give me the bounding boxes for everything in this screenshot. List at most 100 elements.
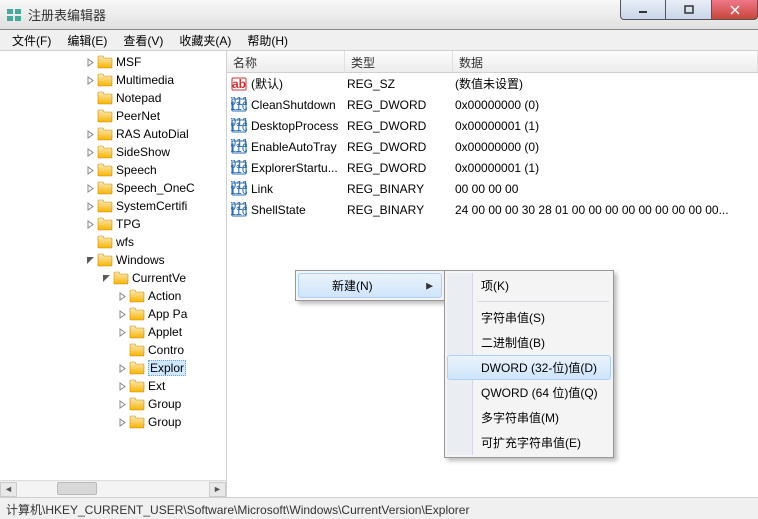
close-button[interactable] [712, 0, 758, 20]
tree-item[interactable]: RAS AutoDial [0, 125, 226, 143]
tree-item-label: Explor [148, 360, 186, 376]
expand-icon[interactable] [84, 164, 96, 176]
tree-item[interactable]: CurrentVe [0, 269, 226, 287]
column-header-data[interactable]: 数据 [453, 51, 758, 72]
expand-icon[interactable] [116, 362, 128, 374]
expand-icon[interactable] [116, 308, 128, 320]
expand-icon[interactable] [84, 218, 96, 230]
tree-item[interactable]: Windows [0, 251, 226, 269]
tree-item[interactable]: Group [0, 395, 226, 413]
tree-item[interactable]: Contro [0, 341, 226, 359]
context-separator [477, 301, 609, 302]
value-data: 0x00000000 (0) [455, 140, 758, 154]
value-data: (数值未设置) [455, 75, 758, 92]
context-submenu-new: 项(K) 字符串值(S) 二进制值(B) DWORD (32-位)值(D) QW… [444, 270, 614, 458]
context-item-key[interactable]: 项(K) [447, 273, 611, 298]
context-item-multistring[interactable]: 多字符串值(M) [447, 405, 611, 430]
expand-icon[interactable] [84, 128, 96, 140]
expand-icon[interactable] [116, 398, 128, 410]
tree-horizontal-scrollbar[interactable]: ◄ ► [0, 480, 226, 497]
scroll-left-button[interactable]: ◄ [0, 482, 17, 497]
tree-item[interactable]: App Pa [0, 305, 226, 323]
tree-item-label: RAS AutoDial [116, 127, 189, 141]
tree-item[interactable]: Applet [0, 323, 226, 341]
list-row[interactable]: 011110LinkREG_BINARY00 00 00 00 [227, 178, 758, 199]
expand-icon[interactable] [84, 146, 96, 158]
titlebar: 注册表编辑器 [0, 0, 758, 30]
app-icon [6, 7, 22, 23]
context-item-new[interactable]: 新建(N) ▶ [298, 273, 442, 298]
tree-item[interactable]: wfs [0, 233, 226, 251]
context-item-binary[interactable]: 二进制值(B) [447, 330, 611, 355]
list-row[interactable]: 011110ExplorerStartu...REG_DWORD0x000000… [227, 157, 758, 178]
tree-item[interactable]: SystemCertifi [0, 197, 226, 215]
value-data: 0x00000001 (1) [455, 161, 758, 175]
list-row[interactable]: 011110DesktopProcessREG_DWORD0x00000001 … [227, 115, 758, 136]
tree[interactable]: MSFMultimedia Notepad PeerNet RAS AutoDial S… [0, 51, 226, 431]
svg-text:110: 110 [231, 162, 247, 176]
context-item-label: 新建(N) [332, 279, 373, 293]
column-header-type[interactable]: 类型 [345, 51, 453, 72]
expand-icon[interactable] [84, 74, 96, 86]
list-row[interactable]: ab(默认)REG_SZ(数值未设置) [227, 73, 758, 94]
context-item-expandstring[interactable]: 可扩充字符串值(E) [447, 430, 611, 455]
value-name: (默认) [251, 75, 347, 92]
value-type: REG_DWORD [347, 119, 455, 133]
tree-item[interactable]: PeerNet [0, 107, 226, 125]
expand-icon[interactable] [116, 380, 128, 392]
value-data: 00 00 00 00 [455, 182, 758, 196]
tree-item[interactable]: SideShow [0, 143, 226, 161]
tree-item-label: Action [148, 289, 181, 303]
svg-text:110: 110 [231, 99, 247, 113]
context-item-string[interactable]: 字符串值(S) [447, 305, 611, 330]
value-data: 0x00000001 (1) [455, 119, 758, 133]
scroll-thumb[interactable] [57, 482, 97, 495]
tree-item-label: Speech_OneC [116, 181, 195, 195]
menu-favorites[interactable]: 收藏夹(A) [171, 30, 239, 51]
value-name: ShellState [251, 203, 347, 217]
value-type: REG_DWORD [347, 161, 455, 175]
value-data: 0x00000000 (0) [455, 98, 758, 112]
list-row[interactable]: 011110EnableAutoTrayREG_DWORD0x00000000 … [227, 136, 758, 157]
column-header-name[interactable]: 名称 [227, 51, 345, 72]
tree-item[interactable]: TPG [0, 215, 226, 233]
svg-text:110: 110 [231, 141, 247, 155]
context-item-qword[interactable]: QWORD (64 位)值(Q) [447, 380, 611, 405]
expand-icon[interactable] [116, 326, 128, 338]
tree-item-label: Applet [148, 325, 182, 339]
tree-item[interactable]: Group [0, 413, 226, 431]
minimize-button[interactable] [620, 0, 666, 20]
tree-item[interactable]: MSF [0, 53, 226, 71]
list-row[interactable]: 011110CleanShutdownREG_DWORD0x00000000 (… [227, 94, 758, 115]
tree-item[interactable]: Action [0, 287, 226, 305]
tree-item-label: Speech [116, 163, 157, 177]
tree-item-label: Group [148, 415, 181, 429]
expand-icon[interactable] [84, 182, 96, 194]
scroll-track[interactable] [17, 482, 209, 497]
list-row[interactable]: 011110ShellStateREG_BINARY24 00 00 00 30… [227, 199, 758, 220]
menu-file[interactable]: 文件(F) [4, 30, 59, 51]
tree-item-label: Notepad [116, 91, 161, 105]
tree-item-label: Group [148, 397, 181, 411]
menu-view[interactable]: 查看(V) [115, 30, 171, 51]
tree-item[interactable]: Multimedia [0, 71, 226, 89]
expand-icon[interactable] [116, 290, 128, 302]
expand-icon[interactable] [116, 416, 128, 428]
tree-item[interactable]: Ext [0, 377, 226, 395]
tree-item[interactable]: Explor [0, 359, 226, 377]
expand-icon[interactable] [84, 200, 96, 212]
tree-item[interactable]: Speech [0, 161, 226, 179]
maximize-button[interactable] [666, 0, 712, 20]
collapse-icon[interactable] [100, 272, 112, 284]
menu-edit[interactable]: 编辑(E) [59, 30, 115, 51]
context-item-dword[interactable]: DWORD (32-位)值(D) [447, 355, 611, 380]
list-body[interactable]: ab(默认)REG_SZ(数值未设置)011110CleanShutdownRE… [227, 73, 758, 220]
tree-item[interactable]: Speech_OneC [0, 179, 226, 197]
scroll-right-button[interactable]: ► [209, 482, 226, 497]
value-type: REG_BINARY [347, 203, 455, 217]
tree-item[interactable]: Notepad [0, 89, 226, 107]
expand-icon[interactable] [84, 56, 96, 68]
menu-help[interactable]: 帮助(H) [239, 30, 296, 51]
context-menu: 新建(N) ▶ [295, 270, 445, 301]
collapse-icon[interactable] [84, 254, 96, 266]
